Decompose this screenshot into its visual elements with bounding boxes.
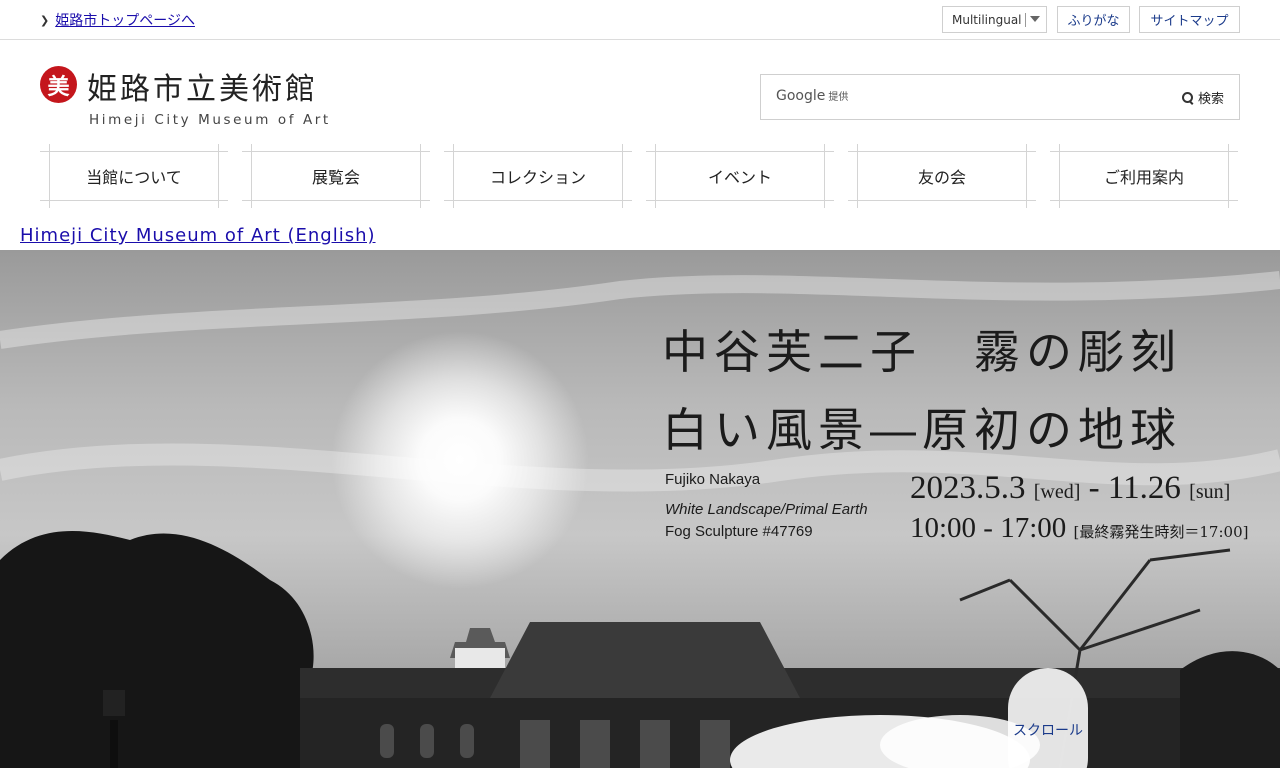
window [700, 720, 730, 768]
nav-item-guide[interactable]: ご利用案内 [1050, 144, 1238, 208]
work-title: Fog Sculpture #47769 [665, 523, 813, 540]
furigana-button[interactable]: ふりがな [1057, 6, 1130, 33]
search-input[interactable]: Google 提供 [776, 88, 848, 104]
search-button[interactable]: 検索 [1167, 75, 1239, 119]
nav-item-label: 当館について [86, 168, 182, 187]
hero-banner: 中谷芙二子 霧の彫刻 白い風景―原初の地球 Fujiko Nakaya Whit… [0, 250, 1280, 768]
exhibition-dates: 2023.5.3 [wed] - 11.26 [sun] [910, 470, 1230, 507]
search-button-label: 検索 [1197, 91, 1224, 107]
nav-item-label: 展覧会 [311, 168, 360, 187]
city-top-link-label[interactable]: 姫路市トップページへ [55, 10, 195, 30]
window [640, 720, 670, 768]
window [420, 724, 434, 758]
logo-english: Himeji City Museum of Art [89, 112, 331, 128]
divider [453, 144, 454, 208]
utility-bar: ❯ 姫路市トップページへ Multilingual ふりがな サイトマップ [0, 0, 1280, 40]
divider [622, 144, 623, 208]
nav-item-collection[interactable]: コレクション [444, 144, 632, 208]
search-provided-label: 提供 [828, 92, 849, 103]
hours-note: [最終霧発生時刻＝17:00] [1073, 523, 1249, 541]
date-separator: - [1088, 470, 1108, 506]
tree-right-mass [1180, 651, 1280, 768]
exhibition-title-line2: 白い風景―原初の地球 [662, 403, 1182, 457]
tree-left [0, 531, 340, 768]
exhibition-subtitle: White Landscape/Primal Earth [665, 501, 868, 518]
divider [824, 144, 825, 208]
lamp-post [110, 720, 118, 768]
hours: 10:00 - 17:00 [910, 512, 1067, 544]
search-box[interactable]: Google 提供 検索 [760, 74, 1240, 120]
logo-japanese: 姫路市立美術館 [87, 72, 318, 107]
city-top-link[interactable]: ❯ 姫路市トップページへ [40, 10, 195, 30]
lamp [103, 690, 125, 716]
nav-item-label: コレクション [489, 168, 586, 187]
language-select-label: Multilingual [952, 12, 1022, 27]
day-start: [wed] [1033, 481, 1081, 503]
divider [1025, 13, 1026, 27]
window [580, 720, 610, 768]
day-end: [sun] [1189, 481, 1231, 503]
scroll-button[interactable]: スクロール [1008, 668, 1088, 768]
castle-wall [455, 648, 505, 668]
nav-item-friends[interactable]: 友の会 [848, 144, 1036, 208]
nav-item-label: ご利用案内 [1103, 168, 1184, 187]
date-end: 11.26 [1107, 470, 1181, 506]
divider [1026, 144, 1027, 208]
artist-name: Fujiko Nakaya [665, 471, 761, 488]
divider [655, 144, 656, 208]
chevron-right-icon: ❯ [40, 13, 50, 27]
chevron-down-icon [1030, 16, 1040, 22]
divider [857, 144, 858, 208]
english-site-link[interactable]: Himeji City Museum of Art (English) [20, 225, 376, 246]
nav-item-exhibitions[interactable]: 展覧会 [242, 144, 430, 208]
nav-item-about[interactable]: 当館について [40, 144, 228, 208]
divider [49, 144, 50, 208]
nav-item-events[interactable]: イベント [646, 144, 834, 208]
window [460, 724, 474, 758]
window [520, 720, 550, 768]
global-nav: 当館について 展覧会 コレクション イベント 友の会 ご利用案内 [40, 144, 1240, 208]
divider [1059, 144, 1060, 208]
divider [1228, 144, 1229, 208]
language-select[interactable]: Multilingual [942, 6, 1047, 33]
sitemap-button[interactable]: サイトマップ [1139, 6, 1240, 33]
divider [420, 144, 421, 208]
divider [218, 144, 219, 208]
google-brand: Google [776, 88, 826, 104]
divider [251, 144, 252, 208]
window [380, 724, 394, 758]
nav-item-label: イベント [707, 168, 772, 187]
museum-roof-main [490, 622, 800, 698]
search-icon [1181, 91, 1193, 103]
exhibition-title-line1: 中谷芙二子 霧の彫刻 [662, 325, 1182, 379]
scroll-label: スクロール [1013, 723, 1083, 739]
site-logo[interactable]: 美 姫路市立美術館 Himeji City Museum of Art [40, 64, 340, 134]
date-start: 2023.5.3 [910, 470, 1026, 506]
nav-item-label: 友の会 [917, 168, 966, 187]
logo-mark: 美 [40, 66, 77, 103]
opening-hours: 10:00 - 17:00 [最終霧発生時刻＝17:00] [910, 512, 1248, 545]
